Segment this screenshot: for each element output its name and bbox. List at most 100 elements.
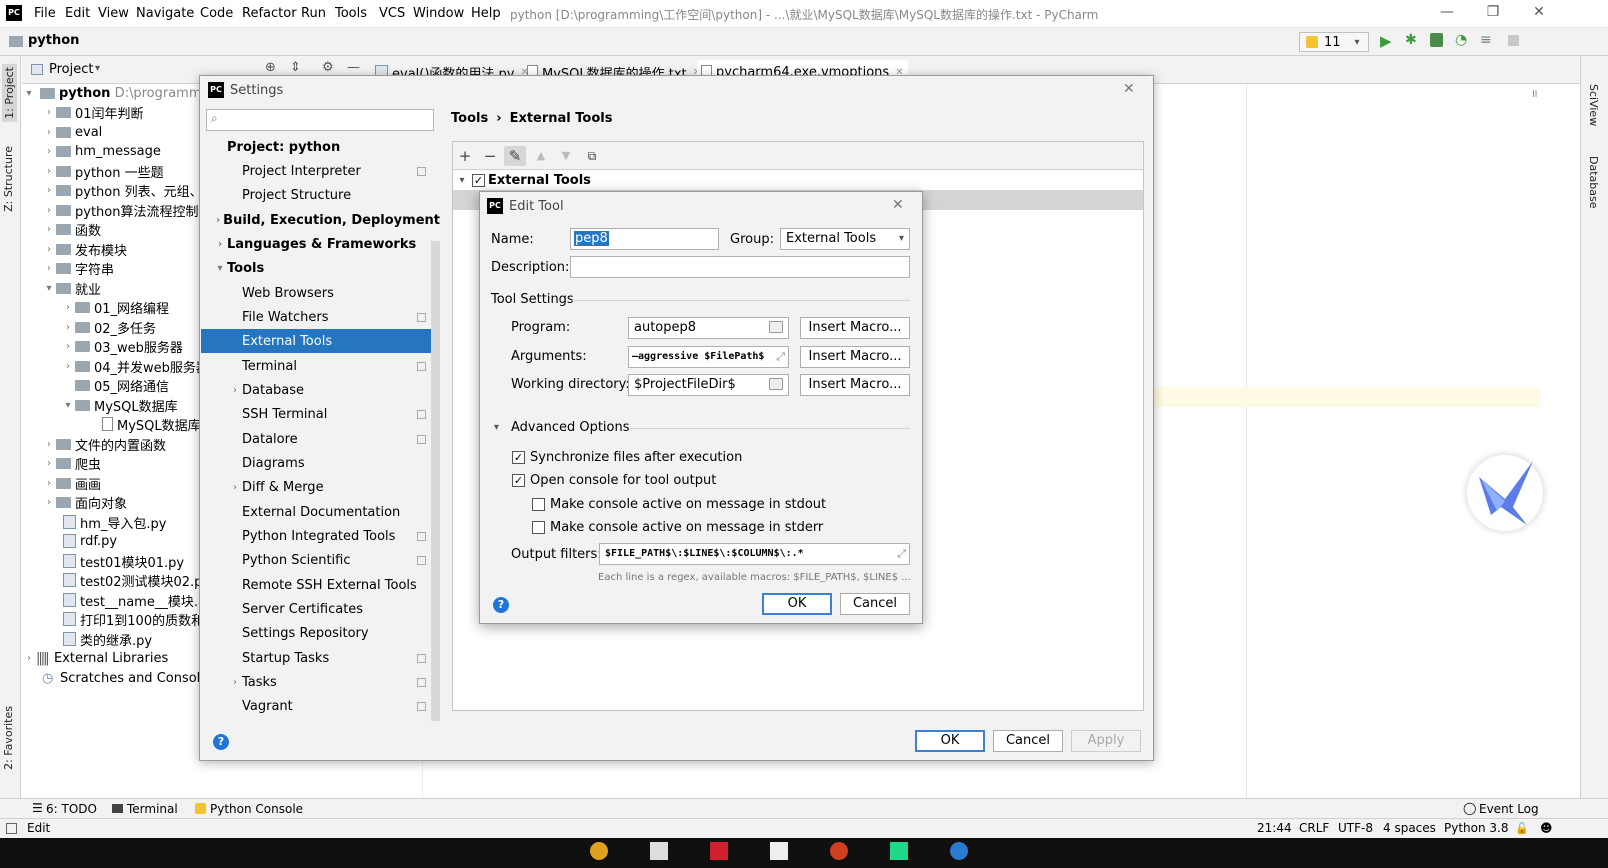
breadcrumb[interactable]: python — [28, 33, 79, 48]
coverage-icon[interactable] — [1430, 33, 1443, 47]
settings-tree-scrollbar[interactable] — [431, 241, 440, 721]
workdir-field[interactable]: $ProjectFileDir$ — [628, 374, 789, 396]
tree-node-datalore[interactable]: Datalore — [201, 427, 440, 451]
tree-node-remote-ssh[interactable]: Remote SSH External Tools — [201, 573, 440, 597]
close-icon[interactable]: ✕ — [1123, 81, 1135, 97]
caret-position[interactable]: 21:44 — [1257, 821, 1292, 835]
help-icon[interactable]: ? — [213, 734, 229, 750]
locate-icon[interactable]: ⊕ — [265, 60, 276, 75]
debug-icon[interactable]: ✱ — [1405, 32, 1417, 48]
insert-macro-workdir-button[interactable]: Insert Macro... — [800, 374, 910, 396]
indent-setting[interactable]: 4 spaces — [1383, 821, 1436, 835]
ok-button[interactable]: OK — [762, 593, 832, 615]
run-concurrency-icon[interactable]: ≡ — [1480, 32, 1492, 48]
inspector-icon[interactable]: ☻ — [1540, 821, 1553, 835]
tree-node-ssh-terminal[interactable]: SSH Terminal — [201, 402, 440, 426]
tree-node-web-browsers[interactable]: Web Browsers — [201, 281, 440, 305]
ok-button[interactable]: OK — [915, 730, 985, 752]
list-item[interactable]: 类的继承.py — [63, 629, 152, 649]
expand-icon[interactable]: ⤢ — [897, 544, 906, 564]
taskbar-app-icon[interactable] — [710, 842, 728, 860]
list-item[interactable]: test01模块01.py — [63, 551, 184, 571]
minimize-icon[interactable]: — — [1432, 4, 1462, 24]
tool-group-row[interactable]: ▾ ✓ External Tools — [455, 170, 590, 190]
settings-search-input[interactable]: ⌕ — [206, 109, 434, 131]
tree-node-tools[interactable]: ▾ Tools — [201, 256, 440, 280]
tree-node-diagrams[interactable]: Diagrams — [201, 451, 440, 475]
list-item[interactable]: › 字符串 — [42, 258, 114, 278]
tree-node-startup-tasks[interactable]: Startup Tasks — [201, 646, 440, 670]
close-icon[interactable]: ✕ — [892, 197, 904, 213]
interpreter-setting[interactable]: Python 3.8 — [1444, 821, 1509, 835]
tree-node-settings-repository[interactable]: Settings Repository — [201, 621, 440, 645]
list-item[interactable]: › 01闰年判断 — [42, 102, 144, 122]
layout-icon[interactable] — [6, 823, 17, 834]
list-item[interactable]: › python 一些题 — [42, 161, 164, 181]
browse-folder-icon[interactable] — [769, 321, 783, 333]
list-item[interactable]: 05_网络通信 — [75, 375, 169, 395]
list-item[interactable]: › 04_并发web服务器 — [61, 356, 205, 376]
tree-node-languages[interactable]: › Languages & Frameworks — [201, 232, 440, 256]
tree-node-build[interactable]: › Build, Execution, Deployment — [201, 208, 440, 232]
taskbar-app-icon[interactable] — [770, 842, 788, 860]
menu-help[interactable]: Help — [471, 6, 501, 21]
list-item[interactable]: MySQL数据库的 — [102, 414, 205, 434]
chevron-down-icon[interactable]: ▾ — [494, 422, 499, 433]
list-item[interactable]: › 发布模块 — [42, 239, 127, 259]
restore-icon[interactable]: ❐ — [1478, 4, 1508, 24]
output-filters-field[interactable]: $FILE_PATH$\:$LINE$\:$COLUMN$\:.* ⤢ — [599, 543, 910, 565]
name-field[interactable]: pep8 — [570, 228, 719, 250]
menu-navigate[interactable]: Navigate — [136, 6, 194, 21]
menu-edit[interactable]: Edit — [65, 6, 90, 21]
list-item[interactable]: hm_导入包.py — [63, 512, 166, 532]
edit-icon[interactable]: ✎ — [504, 146, 526, 166]
gear-icon[interactable]: ⚙ — [322, 60, 334, 75]
list-item[interactable]: › 文件的内置函数 — [42, 434, 166, 454]
taskbar-app-icon[interactable] — [950, 842, 968, 860]
line-separator[interactable]: CRLF — [1299, 821, 1329, 835]
project-tree[interactable]: ▾ python D:\programming › 01闰年判断 › eval › hm… — [22, 84, 205, 816]
add-icon[interactable]: + — [454, 146, 476, 166]
tree-node-tasks[interactable]: › Tasks — [201, 670, 440, 694]
list-item[interactable]: › 02_多任务 — [61, 317, 156, 337]
menu-run[interactable]: Run — [301, 6, 326, 21]
apply-button[interactable]: Apply — [1071, 730, 1141, 752]
tree-node-terminal[interactable]: Terminal — [201, 354, 440, 378]
help-icon[interactable]: ? — [493, 597, 509, 613]
run-icon[interactable]: ▶ — [1380, 32, 1392, 50]
list-item[interactable]: › python算法流程控制循 — [42, 200, 205, 220]
group-checkbox[interactable]: ✓ — [472, 173, 485, 187]
list-item[interactable]: › 03_web服务器 — [61, 336, 183, 356]
taskbar-app-icon[interactable] — [650, 842, 668, 860]
list-item[interactable]: › 爬虫 — [42, 453, 101, 473]
tree-node-project[interactable]: Project: python — [201, 135, 440, 159]
tree-node-python-integrated-tools[interactable]: Python Integrated Tools — [201, 524, 440, 548]
favorites-tool-tab[interactable]: 2: Favorites — [2, 706, 15, 770]
sciview-tool-tab[interactable]: SciView — [1587, 84, 1600, 126]
tree-node-external-tools[interactable]: External Tools — [201, 329, 440, 353]
tree-node-database[interactable]: › Database — [201, 378, 440, 402]
insert-macro-arguments-button[interactable]: Insert Macro... — [800, 346, 910, 368]
todo-tab[interactable]: 6: TODO — [46, 802, 97, 816]
menu-refactor[interactable]: Refactor — [242, 6, 297, 21]
cancel-button[interactable]: Cancel — [840, 593, 910, 615]
settings-tree[interactable]: Project: python Project Interpreter Proj… — [200, 135, 441, 725]
stderr-checkbox[interactable] — [532, 521, 545, 534]
taskbar-app-icon[interactable] — [590, 842, 608, 860]
sync-checkbox[interactable]: ✓ — [512, 451, 525, 464]
project-tool-tab[interactable]: 1: Project — [2, 64, 17, 122]
arguments-field[interactable]: —aggressive $FilePath$ ⤢ — [628, 346, 789, 368]
insert-macro-program-button[interactable]: Insert Macro... — [800, 317, 910, 339]
list-item[interactable]: ▾ MySQL数据库 — [61, 395, 178, 415]
program-field[interactable]: autopep8 — [628, 317, 789, 339]
group-select[interactable]: External Tools ▾ — [780, 228, 910, 250]
menu-tools[interactable]: Tools — [335, 6, 367, 21]
menu-vcs[interactable]: VCS — [379, 6, 405, 21]
tree-node-external-docs[interactable]: External Documentation — [201, 500, 440, 524]
taskbar-app-icon[interactable] — [830, 842, 848, 860]
project-view-select[interactable]: Project — [49, 62, 93, 77]
open-console-checkbox[interactable]: ✓ — [512, 474, 525, 487]
tree-node-server-certificates[interactable]: Server Certificates — [201, 597, 440, 621]
menu-file[interactable]: File — [34, 6, 56, 21]
database-tool-tab[interactable]: Database — [1587, 156, 1600, 209]
